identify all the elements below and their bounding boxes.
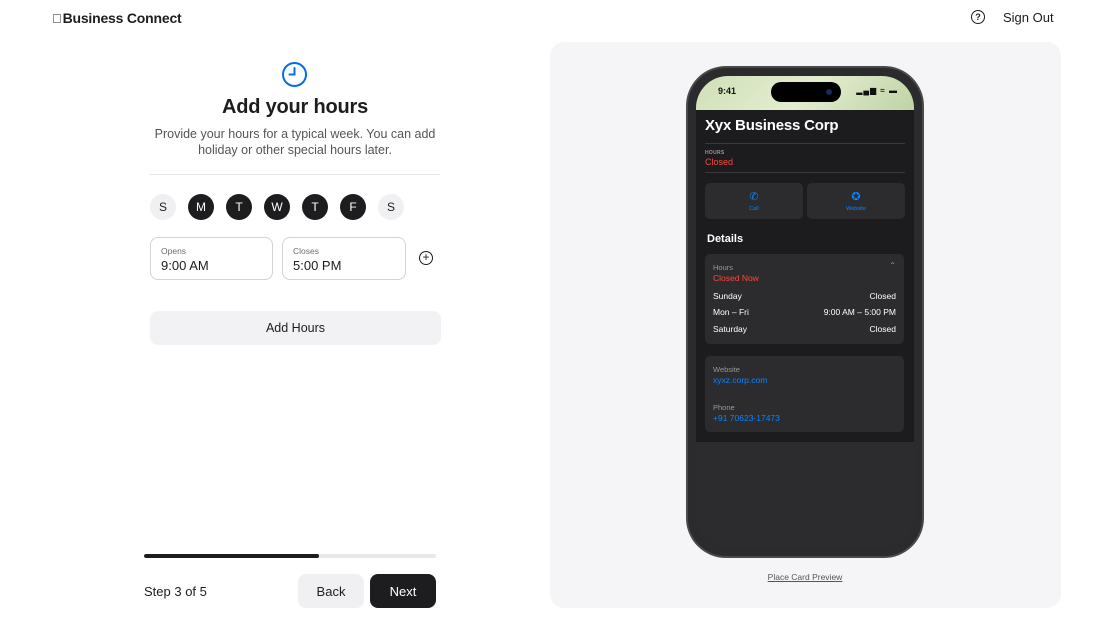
- page-subtitle: Provide your hours for a typical week. Y…: [154, 127, 436, 157]
- hours-caption: HOURS: [705, 150, 725, 156]
- add-hours-button[interactable]: Add Hours: [150, 311, 441, 345]
- closes-label: Closes: [293, 246, 319, 256]
- hours-row-time: 9:00 AM – 5:00 PM: [823, 307, 896, 317]
- opens-field[interactable]: Opens 9:00 AM: [150, 237, 273, 280]
- hours-status: Closed: [705, 157, 734, 167]
- sign-out-link[interactable]: Sign Out: [1003, 10, 1054, 25]
- clock-icon: [282, 62, 307, 87]
- hours-box: Hours Closed Now ⌃ Sunday Closed Mon – F…: [705, 254, 904, 344]
- closes-value[interactable]: 5:00 PM: [293, 258, 395, 273]
- hours-row-day: Mon – Fri: [713, 307, 749, 317]
- card-divider: [705, 143, 905, 144]
- hours-row: Saturday Closed: [713, 324, 896, 334]
- hours-row-day: Saturday: [713, 324, 748, 334]
- day-toggle-saturday[interactable]: S: [378, 194, 404, 220]
- hours-row-time: Closed: [869, 324, 896, 334]
- opens-label: Opens: [161, 246, 187, 256]
- day-toggle-friday[interactable]: F: [340, 194, 366, 220]
- website-caption: Website: [713, 365, 740, 374]
- day-toggle-wednesday[interactable]: W: [264, 194, 290, 220]
- hours-row-day: Sunday: [713, 291, 742, 301]
- website-link: xyxz.corp.com: [713, 375, 768, 385]
- phone-screen: 9:41 ▂▄▆ ≈ ▬ Xyx Business Corp HOURS Clo…: [696, 76, 914, 548]
- page-title: Add your hours: [221, 96, 369, 118]
- chevron-up-icon: ⌃: [889, 261, 896, 270]
- compass-icon: ✪: [851, 190, 861, 203]
- day-toggle-thursday[interactable]: T: [302, 194, 328, 220]
- phone-caption: Phone: [713, 403, 735, 412]
- status-icons: ▂▄▆ ≈ ▬: [856, 86, 898, 95]
- contact-box: Website xyxz.corp.com Phone +91 70623-17…: [705, 356, 904, 432]
- brand-logo[interactable]:  Business Connect: [52, 10, 182, 26]
- hours-row: Sunday Closed: [713, 291, 896, 301]
- status-time: 9:41: [718, 86, 737, 96]
- details-heading: Details: [707, 233, 744, 245]
- day-toggle-tuesday[interactable]: T: [226, 194, 252, 220]
- camera-dot: [826, 89, 832, 95]
- day-toggle-monday[interactable]: M: [188, 194, 214, 220]
- next-button[interactable]: Next: [370, 574, 436, 608]
- apple-logo-icon: : [52, 11, 62, 26]
- progress-bar: [144, 554, 436, 558]
- place-card: Xyx Business Corp HOURS Closed ✆ Call ✪ …: [696, 110, 914, 442]
- day-toggle-sunday[interactable]: S: [150, 194, 176, 220]
- hours-row: Mon – Fri 9:00 AM – 5:00 PM: [713, 307, 896, 317]
- place-card-preview-link[interactable]: Place Card Preview: [750, 572, 860, 582]
- add-time-range-icon[interactable]: +: [419, 251, 433, 265]
- hours-box-caption: Hours: [713, 263, 734, 272]
- divider: [150, 174, 440, 175]
- call-action: ✆ Call: [705, 183, 803, 219]
- back-button[interactable]: Back: [298, 574, 364, 608]
- business-name: Xyx Business Corp: [705, 117, 839, 134]
- hours-row-time: Closed: [869, 291, 896, 301]
- brand-name: Business Connect: [53, 10, 182, 26]
- closes-field[interactable]: Closes 5:00 PM: [282, 237, 406, 280]
- call-label: Call: [749, 205, 759, 212]
- phone-icon: ✆: [749, 190, 759, 203]
- step-indicator: Step 3 of 5: [144, 584, 207, 599]
- website-action: ✪ Website: [807, 183, 905, 219]
- hours-box-status: Closed Now: [713, 273, 759, 283]
- dynamic-island: [771, 82, 841, 102]
- phone-link: +91 70623-17473: [713, 413, 780, 423]
- progress-fill: [144, 554, 320, 558]
- website-label: Website: [846, 205, 866, 212]
- card-divider: [705, 172, 905, 173]
- help-icon[interactable]: ?: [971, 10, 985, 24]
- opens-value[interactable]: 9:00 AM: [161, 258, 262, 273]
- day-selector: S M T W T F S: [150, 194, 404, 220]
